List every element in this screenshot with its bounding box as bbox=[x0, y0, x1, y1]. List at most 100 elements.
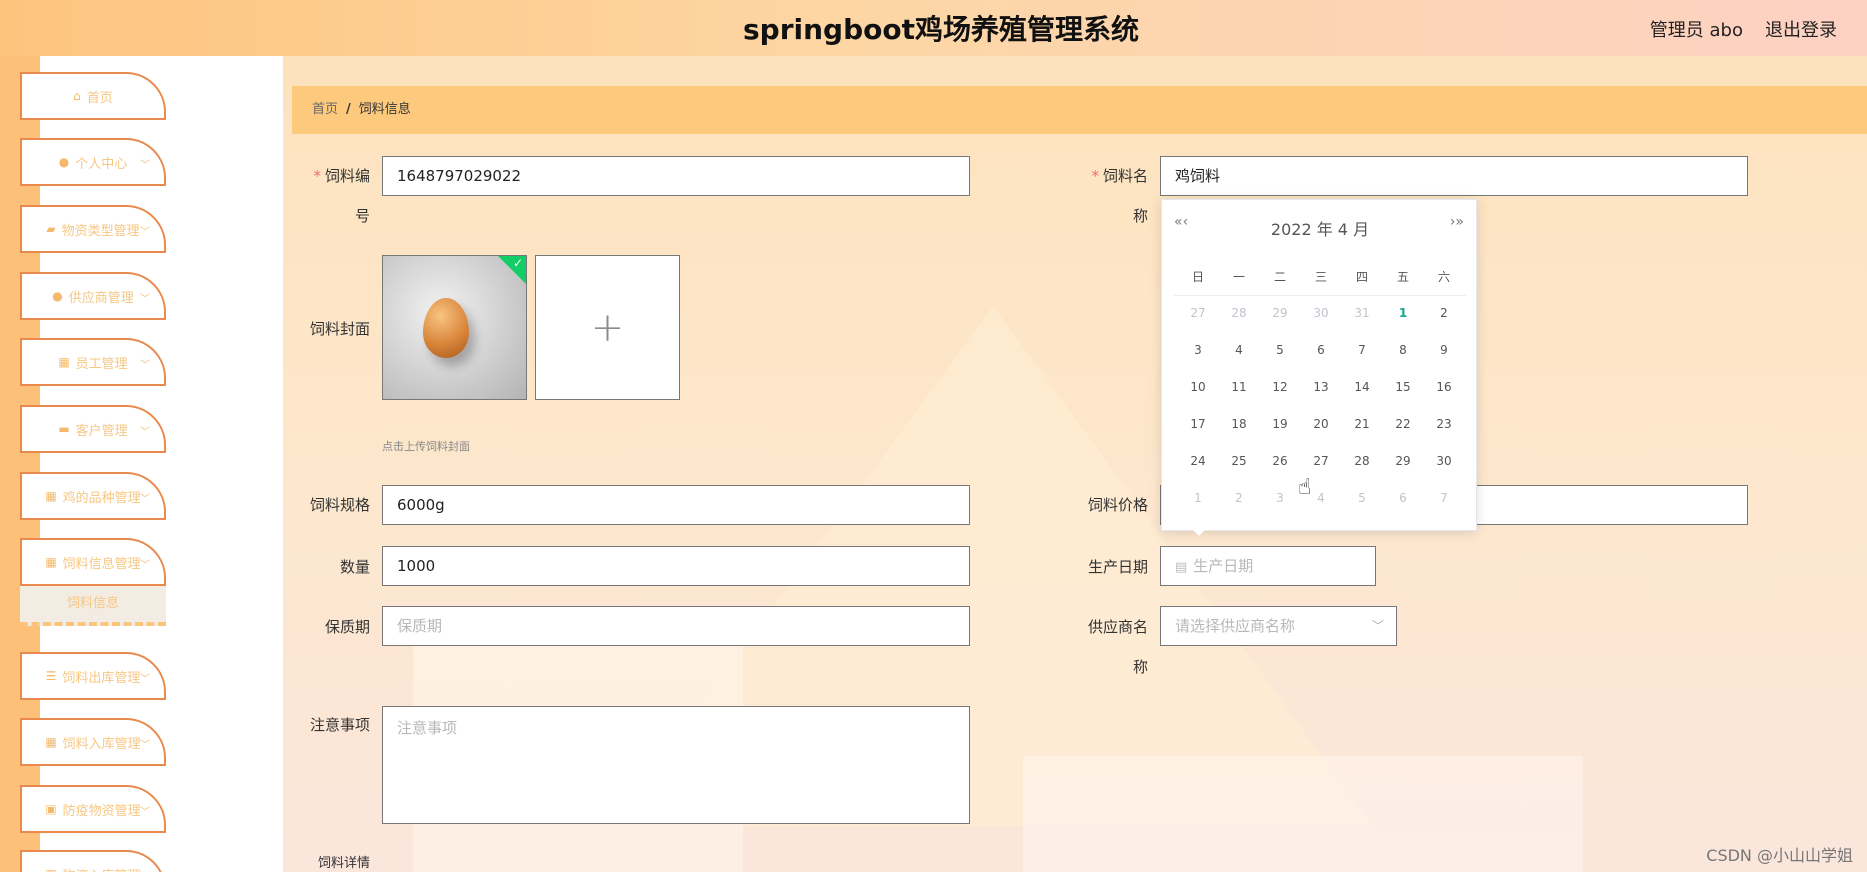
sliders-icon: ☰ bbox=[45, 669, 57, 683]
supplier-select[interactable]: 请选择供应商名称 ﹀ bbox=[1160, 606, 1397, 646]
day-cell[interactable]: 10 bbox=[1178, 380, 1218, 394]
breadcrumb-separator: / bbox=[346, 102, 351, 117]
day-cell[interactable]: 4 bbox=[1219, 343, 1259, 357]
thumb-icon: ▰ bbox=[46, 222, 56, 236]
day-cell[interactable]: 28 bbox=[1219, 306, 1259, 320]
day-cell[interactable]: 27 bbox=[1178, 306, 1218, 320]
breadcrumb-home[interactable]: 首页 bbox=[312, 102, 338, 117]
briefcase-icon: ▬ bbox=[58, 422, 70, 436]
sidebar-item[interactable]: ▣ 防疫物资管理 ﹀ bbox=[20, 785, 166, 833]
sidebar-item-label: 供应商管理 bbox=[68, 290, 134, 306]
sidebar-item[interactable]: ▰ 物资类型管理 ﹀ bbox=[20, 205, 166, 253]
day-cell[interactable]: 3 bbox=[1260, 491, 1300, 505]
sidebar-subitem-feed-info[interactable]: 饲料信息 bbox=[20, 586, 166, 626]
feed-name-label: * 饲料名 bbox=[1091, 167, 1148, 185]
notes-label: 注意事项 bbox=[309, 716, 370, 734]
day-cell[interactable]: 1 bbox=[1178, 491, 1218, 505]
top-header: springboot鸡场养殖管理系统 管理员 abo 退出登录 bbox=[0, 0, 1867, 56]
notes-textarea[interactable]: 注意事项 bbox=[382, 706, 970, 824]
spec-input[interactable]: 6000g bbox=[382, 485, 970, 525]
day-cell[interactable]: 20 bbox=[1301, 417, 1341, 431]
details-label: 饲料详情 bbox=[317, 856, 370, 871]
card-icon: ▣ bbox=[45, 802, 57, 816]
day-cell[interactable]: 18 bbox=[1219, 417, 1259, 431]
day-cell[interactable]: 27 bbox=[1301, 454, 1341, 468]
chevron-down-icon: ﹀ bbox=[140, 740, 150, 751]
chevron-down-icon: ﹀ bbox=[140, 360, 150, 371]
sidebar-item[interactable]: ▦ 鸡的品种管理 ﹀ bbox=[20, 472, 166, 520]
sidebar-item[interactable]: ▦ 员工管理 ﹀ bbox=[20, 338, 166, 386]
upload-hint: 点击上传饲料封面 bbox=[382, 440, 470, 453]
sidebar-item[interactable]: ⌂ 首页 bbox=[20, 72, 166, 120]
feed-no-input[interactable]: 1648797029022 bbox=[382, 156, 970, 196]
day-cell[interactable]: 1 bbox=[1383, 306, 1423, 320]
day-cell[interactable]: 7 bbox=[1342, 343, 1382, 357]
chevron-down-icon: ﹀ bbox=[140, 868, 150, 872]
day-cell[interactable]: 30 bbox=[1301, 306, 1341, 320]
shelf-life-input[interactable]: 保质期 bbox=[382, 606, 970, 646]
day-cell[interactable]: 19 bbox=[1260, 417, 1300, 431]
day-cell[interactable]: 2 bbox=[1424, 306, 1464, 320]
day-cell[interactable]: 31 bbox=[1342, 306, 1382, 320]
day-cell[interactable]: 25 bbox=[1219, 454, 1259, 468]
chevron-down-icon: ﹀ bbox=[140, 227, 150, 238]
day-cell[interactable]: 26 bbox=[1260, 454, 1300, 468]
cover-image[interactable]: ✓ bbox=[382, 255, 527, 400]
quantity-label: 数量 bbox=[339, 558, 370, 576]
chevron-down-icon: ﹀ bbox=[140, 494, 150, 505]
sidebar-item[interactable]: ● 供应商管理 ﹀ bbox=[20, 272, 166, 320]
logout-link[interactable]: 退出登录 bbox=[1765, 16, 1837, 42]
current-user: 管理员 abo bbox=[1649, 20, 1743, 41]
upload-add-button[interactable]: + bbox=[535, 255, 680, 400]
quantity-input[interactable]: 1000 bbox=[382, 546, 970, 586]
production-date-label: 生产日期 bbox=[1087, 558, 1148, 576]
grid-icon: ▦ bbox=[45, 489, 57, 503]
day-cell[interactable]: 30 bbox=[1424, 454, 1464, 468]
day-cell[interactable]: 12 bbox=[1260, 380, 1300, 394]
day-cell[interactable]: 22 bbox=[1383, 417, 1423, 431]
day-cell[interactable]: 15 bbox=[1383, 380, 1423, 394]
day-cell[interactable]: 5 bbox=[1342, 491, 1382, 505]
weekday-label: 五 bbox=[1396, 270, 1409, 284]
day-cell[interactable]: 17 bbox=[1178, 417, 1218, 431]
day-cell[interactable]: 13 bbox=[1301, 380, 1341, 394]
sidebar-item-label: 饲料出库管理 bbox=[62, 670, 141, 686]
day-cell[interactable]: 29 bbox=[1260, 306, 1300, 320]
day-cell[interactable]: 29 bbox=[1383, 454, 1423, 468]
sidebar-item[interactable]: ▦ 饲料入库管理 ﹀ bbox=[20, 718, 166, 766]
feed-name-label-cont: 称 bbox=[1132, 207, 1148, 225]
chevron-down-icon: ﹀ bbox=[140, 160, 150, 171]
plus-icon: + bbox=[590, 304, 625, 351]
chevron-down-icon: ﹀ bbox=[140, 294, 150, 305]
date-picker-header: 2022 年 4 月 bbox=[1270, 220, 1370, 239]
day-cell[interactable]: 7 bbox=[1424, 491, 1464, 505]
day-cell[interactable]: 6 bbox=[1301, 343, 1341, 357]
app-title: springboot鸡场养殖管理系统 bbox=[743, 13, 1139, 46]
day-cell[interactable]: 8 bbox=[1383, 343, 1423, 357]
breadcrumb: 首页 / 饲料信息 bbox=[292, 86, 1867, 134]
weekday-label: 日 bbox=[1191, 270, 1204, 284]
day-cell[interactable]: 2 bbox=[1219, 491, 1259, 505]
feed-name-input[interactable]: 鸡饲料 bbox=[1160, 156, 1748, 196]
weekday-label: 二 bbox=[1273, 270, 1286, 284]
next-month-year-icon[interactable]: ›» bbox=[1450, 214, 1464, 230]
day-cell[interactable]: 16 bbox=[1424, 380, 1464, 394]
day-cell[interactable]: 11 bbox=[1219, 380, 1259, 394]
sidebar-item[interactable]: ☰ 饲料出库管理 ﹀ bbox=[20, 652, 166, 700]
day-cell[interactable]: 3 bbox=[1178, 343, 1218, 357]
day-cell[interactable]: 9 bbox=[1424, 343, 1464, 357]
supplier-label-cont: 称 bbox=[1132, 658, 1148, 676]
day-cell[interactable]: 5 bbox=[1260, 343, 1300, 357]
sidebar-item[interactable]: ● 个人中心 ﹀ bbox=[20, 138, 166, 186]
calendar-icon: ▤ bbox=[1175, 560, 1188, 575]
day-cell[interactable]: 28 bbox=[1342, 454, 1382, 468]
production-date-input[interactable]: ▤ 生产日期 bbox=[1160, 546, 1376, 586]
sidebar-item[interactable]: ▦ 饲料信息管理 ﹀ bbox=[20, 538, 166, 586]
sidebar-item[interactable]: ▬ 客户管理 ﹀ bbox=[20, 405, 166, 453]
day-cell[interactable]: 21 bbox=[1342, 417, 1382, 431]
day-cell[interactable]: 6 bbox=[1383, 491, 1423, 505]
day-cell[interactable]: 24 bbox=[1178, 454, 1218, 468]
date-picker: «‹ 2022 年 4 月 ›» 日一二三四五六 27 28 29 30 31 1 2 3 4 5 6… bbox=[1161, 199, 1477, 531]
day-cell[interactable]: 14 bbox=[1342, 380, 1382, 394]
day-cell[interactable]: 23 bbox=[1424, 417, 1464, 431]
